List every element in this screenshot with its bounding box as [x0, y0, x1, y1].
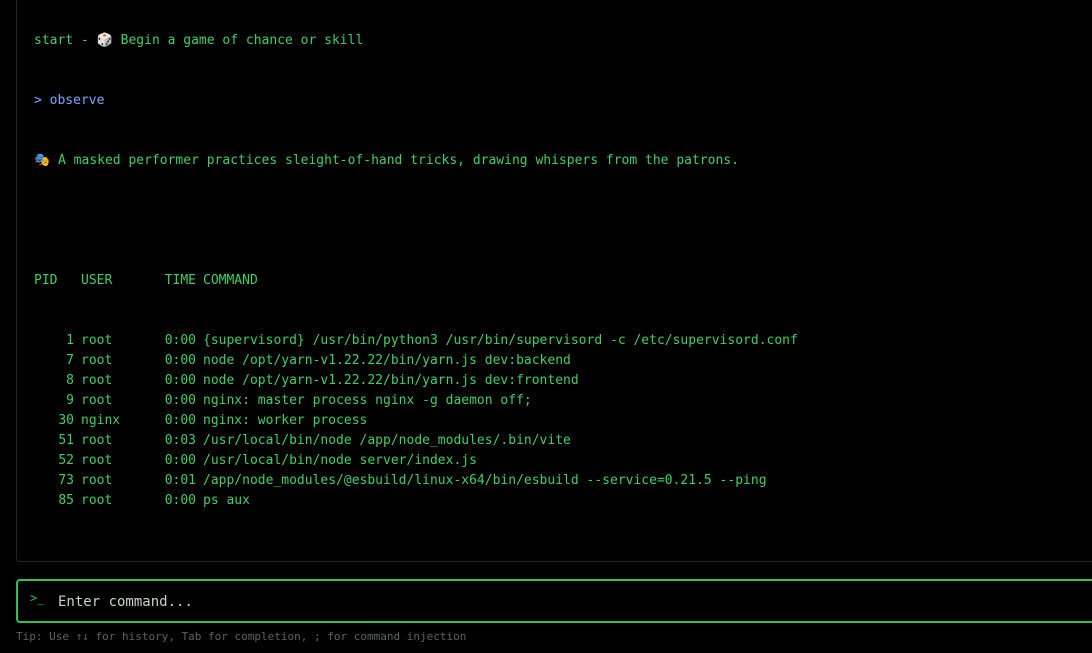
- ps-time: 0:00: [164, 353, 196, 368]
- command-input[interactable]: [56, 588, 1060, 616]
- help-line-start: start - 🎲 Begin a game of chance or skil…: [34, 33, 364, 48]
- table-row: 9 root 0:00 nginx: master process nginx -g …: [34, 391, 1092, 411]
- game-die-icon: 🎲: [96, 33, 113, 48]
- ps-pid: 1: [66, 333, 74, 348]
- ps-header-pid: PID: [34, 273, 58, 288]
- ps-time: 0:00: [164, 373, 196, 388]
- ps-command: /app/node_modules/@esbuild/linux-x64/bin…: [203, 473, 767, 488]
- ps-header-time: TIME: [164, 273, 196, 288]
- ps-pid: 8: [66, 373, 74, 388]
- ps-pid: 85: [58, 493, 74, 508]
- table-row: 52 root 0:00/usr/local/bin/node server/ind…: [34, 451, 1092, 471]
- table-row: 7 root 0:00 node /opt/yarn-v1.22.22/bin/yar…: [34, 351, 1092, 371]
- table-row: 30 nginx 0:00 nginx: worker process: [34, 411, 1092, 431]
- ps-user: root: [81, 333, 113, 348]
- ps-user: root: [81, 353, 113, 368]
- ps-time: 0:00: [164, 453, 196, 468]
- ps-pid: 30: [58, 413, 74, 428]
- ps-command: /usr/local/bin/node server/index.js: [203, 453, 477, 468]
- ps-user: root: [81, 493, 113, 508]
- ps-command: /usr/local/bin/node /app/node_modules/.b…: [203, 433, 571, 448]
- table-row: 8 root 0:00 node /opt/yarn-v1.22.22/bin/yar…: [34, 371, 1092, 391]
- ps-command: nginx: master process nginx -g daemon of…: [203, 393, 532, 408]
- ps-user: root: [81, 433, 113, 448]
- table-row: 85 root 0:00 ps aux: [34, 491, 1092, 511]
- ps-pid: 51: [58, 433, 74, 448]
- ps-user: root: [81, 373, 113, 388]
- ps-command: node /opt/yarn-v1.22.22/bin/yarn.js dev:…: [203, 373, 579, 388]
- ps-time: 0:00: [164, 393, 196, 408]
- ps-command: node /opt/yarn-v1.22.22/bin/yarn.js dev:…: [203, 353, 571, 368]
- tip-text: Tip: Use ↑↓ for history, Tab for complet…: [16, 630, 467, 643]
- ps-pid: 73: [58, 473, 74, 488]
- ps-header-command: COMMAND: [203, 273, 258, 288]
- ps-time: 0:03: [164, 433, 196, 448]
- observe-result: 🎭 A masked performer practices sleight-o…: [34, 153, 739, 168]
- terminal-output: start - 🎲 Begin a game of chance or skil…: [34, 0, 1092, 551]
- ps-time: 0:00: [164, 493, 196, 508]
- ps-header: PID USER TIME COMMAND: [34, 271, 1092, 291]
- ps-user: root: [81, 473, 113, 488]
- table-row: 1 root 0:00 {supervisord} /usr/bin/python3 …: [34, 331, 1092, 351]
- ps-user: root: [81, 453, 113, 468]
- command-echo: > observe: [34, 93, 105, 108]
- ps-pid: 9: [66, 393, 74, 408]
- command-input-box[interactable]: >_: [16, 579, 1092, 623]
- ps-user: root: [81, 393, 113, 408]
- performing-arts-icon: 🎭: [34, 153, 51, 168]
- ps-time: 0:00: [164, 413, 196, 428]
- ps-user: nginx: [81, 413, 121, 428]
- ps-command: {supervisord} /usr/bin/python3 /usr/bin/…: [203, 333, 798, 348]
- ps-pid: 7: [66, 353, 74, 368]
- table-row: 73 root 0:01/app/node_modules/@esbuild/lin…: [34, 471, 1092, 491]
- ps-time: 0:01: [164, 473, 196, 488]
- ps-pid: 52: [58, 453, 74, 468]
- terminal-output-panel[interactable]: start - 🎲 Begin a game of chance or skil…: [16, 0, 1092, 562]
- ps-time: 0:00: [164, 333, 196, 348]
- ps-command: nginx: worker process: [203, 413, 368, 428]
- ps-table-body: 1 root 0:00 {supervisord} /usr/bin/python3 …: [34, 331, 1092, 511]
- ps-command: ps aux: [203, 493, 250, 508]
- ps-header-user: USER: [81, 273, 113, 288]
- terminal-prompt-icon: >_: [30, 591, 45, 605]
- table-row: 51 root 0:03/usr/local/bin/node /app/node_…: [34, 431, 1092, 451]
